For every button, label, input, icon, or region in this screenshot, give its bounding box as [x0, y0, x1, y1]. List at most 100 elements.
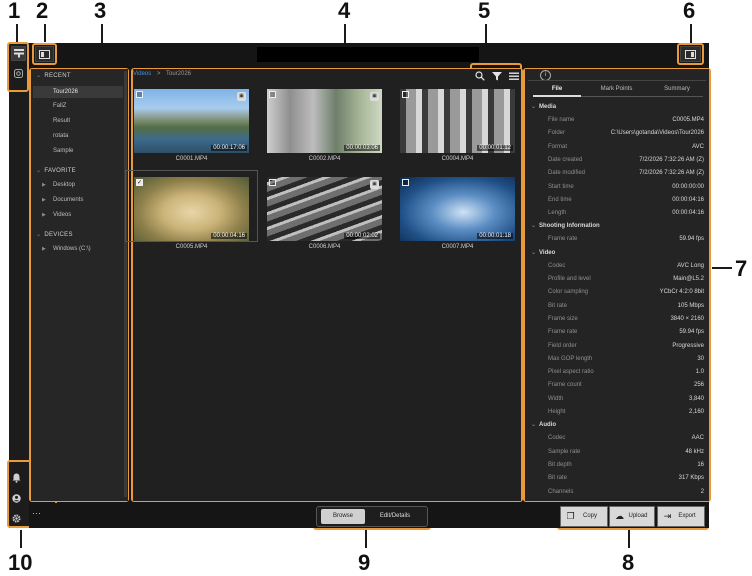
sidebar-item-sample[interactable]: Sample: [33, 145, 123, 157]
thumbnail-name: C0006.MP4: [308, 244, 341, 250]
info-panel-toggle-icon[interactable]: [680, 46, 701, 62]
copy-button[interactable]: ❐ Copy: [560, 506, 608, 527]
breadcrumb: Videos > Tour2026: [133, 71, 191, 77]
breadcrumb-parent[interactable]: Videos: [133, 71, 151, 77]
gear-icon[interactable]: [12, 510, 22, 523]
thumbnail-checkbox[interactable]: [402, 91, 409, 98]
sidebar-item-windows-c[interactable]: ▶ Windows (C:\): [33, 243, 123, 255]
info-row-value: 3,840: [688, 395, 704, 402]
thumbnail-c0006[interactable]: ▣ 00:00:02:02: [267, 177, 382, 241]
search-icon[interactable]: [475, 68, 487, 81]
thumbnail-name: C0004.MP4: [441, 156, 474, 162]
thumbnail-name: C0005.MP4: [175, 244, 208, 250]
edit-details-mode-button[interactable]: Edit/Details: [367, 509, 423, 524]
info-row-value: 7/2/2026 7:32:26 AM (Z): [639, 156, 704, 163]
browse-mode-icon[interactable]: [11, 46, 26, 61]
sidebar-item-desktop[interactable]: ▶ Desktop: [33, 179, 123, 191]
filter-icon[interactable]: [492, 68, 504, 81]
info-section-header[interactable]: ⌄ Video: [531, 249, 555, 256]
sidebar-item-result[interactable]: Result: [33, 115, 123, 127]
folder-panel-scrollbar[interactable]: [124, 71, 127, 497]
copy-icon: ❐: [566, 511, 575, 521]
info-row-key: Sample rate: [548, 448, 581, 455]
info-row-key: Width: [548, 395, 564, 402]
callout-4: 4: [338, 0, 351, 23]
thumbnail-c0004[interactable]: 00:00:01:12: [400, 89, 515, 153]
chevron-down-icon: ⌄: [36, 232, 42, 238]
section-recent[interactable]: ⌄ RECENT: [36, 72, 71, 79]
expand-arrow-icon[interactable]: ▶: [42, 179, 46, 191]
thumbnail-checkbox[interactable]: [136, 91, 143, 98]
activity-bar: [9, 43, 29, 528]
section-favorite[interactable]: ⌄ FAVORITE: [36, 167, 76, 174]
sidebar-toggle-icon[interactable]: [35, 46, 54, 62]
thumbnail-checkbox[interactable]: [269, 179, 276, 186]
thumbnail-c0007[interactable]: 00:00:01:18: [400, 177, 515, 241]
bell-icon[interactable]: [12, 470, 22, 483]
more-options-icon[interactable]: ···: [32, 508, 41, 518]
info-row-key: Bit rate: [548, 302, 568, 309]
chevron-down-icon: ⌄: [531, 104, 537, 110]
tab-summary[interactable]: Summary: [658, 86, 696, 92]
callout-line-7: [712, 267, 732, 269]
info-row-value: 59.94 fps: [679, 329, 704, 336]
info-section-header[interactable]: ⌄ Audio: [531, 421, 556, 428]
info-row: Format AVC: [548, 142, 704, 152]
sidebar-item-videos[interactable]: ▶ Videos: [33, 209, 123, 221]
info-section-title: Video: [539, 249, 556, 256]
expand-arrow-icon[interactable]: ▶: [42, 243, 46, 255]
section-devices[interactable]: ⌄ DEVICES: [36, 231, 73, 238]
thumbnail-c0005[interactable]: ✓ 00:00:04:16: [134, 177, 249, 241]
breadcrumb-separator: >: [156, 71, 161, 77]
info-row-value: Progressive: [672, 342, 704, 349]
tab-file-underline: [533, 95, 581, 97]
chevron-down-icon: ⌄: [36, 168, 42, 174]
info-section-header[interactable]: ⌄ Shooting Information: [531, 222, 600, 229]
info-row: Frame count 256: [548, 380, 704, 390]
sidebar-item-label: Documents: [53, 197, 84, 203]
info-row: End time 00:00:04:16: [548, 195, 704, 205]
expand-arrow-icon[interactable]: ▶: [42, 194, 46, 206]
callout-8: 8: [622, 550, 635, 575]
info-row: Bit depth 16: [548, 460, 704, 470]
sidebar-item-tour2026[interactable]: Tour2026: [33, 86, 123, 98]
info-row-key: Start time: [548, 183, 574, 190]
callout-5: 5: [478, 0, 491, 23]
thumbnail-checkbox-checked[interactable]: ✓: [136, 179, 143, 186]
thumbnail-checkbox[interactable]: [402, 179, 409, 186]
clip-badge-icon: ▣: [237, 92, 246, 101]
section-devices-label: DEVICES: [44, 232, 73, 238]
section-recent-label: RECENT: [44, 73, 71, 79]
section-favorite-label: FAVORITE: [44, 168, 76, 174]
info-row-value: 59.94 fps: [679, 236, 704, 243]
callout-line-10: [20, 530, 22, 548]
thumbnail-c0001[interactable]: ▣ 00:00:17:06: [134, 89, 249, 153]
info-row-key: Channels: [548, 488, 574, 495]
thumbnail-checkbox[interactable]: [269, 91, 276, 98]
info-row: Date modified 7/2/2026 7:32:26 AM (Z): [548, 168, 704, 178]
sidebar-item-label: Tour2026: [53, 89, 79, 95]
expand-arrow-icon[interactable]: ▶: [42, 209, 46, 221]
info-row: Codec AAC: [548, 433, 704, 443]
info-row: Channels 2: [548, 487, 704, 497]
browse-mode-button[interactable]: Browse: [321, 509, 365, 524]
info-row-key: Folder: [548, 130, 566, 137]
sidebar-item-documents[interactable]: ▶ Documents: [33, 194, 123, 206]
account-icon[interactable]: [12, 490, 22, 503]
thumbnail-c0002[interactable]: ▣ 00:00:03:06: [267, 89, 382, 153]
tab-file[interactable]: File: [545, 86, 569, 92]
sidebar-item-fallz[interactable]: FallZ: [33, 100, 123, 112]
thumbnail-name: C0001.MP4: [175, 156, 208, 162]
callout-line-9: [365, 530, 367, 548]
upload-button[interactable]: ☁ Upload: [609, 506, 655, 527]
sidebar-item-rotata[interactable]: rotata: [33, 130, 123, 142]
sidebar-item-label: Videos: [53, 212, 72, 218]
info-section-header[interactable]: ⌄ Media: [531, 103, 556, 110]
tab-mark-points[interactable]: Mark Points: [594, 86, 639, 92]
info-section-title: Media: [539, 104, 557, 110]
instagram-icon[interactable]: [11, 66, 26, 81]
menu-icon[interactable]: [509, 68, 521, 80]
sidebar-item-label: Windows (C:\): [53, 246, 91, 252]
info-row-key: End time: [548, 196, 572, 203]
export-button[interactable]: ⇥ Export: [657, 506, 705, 527]
